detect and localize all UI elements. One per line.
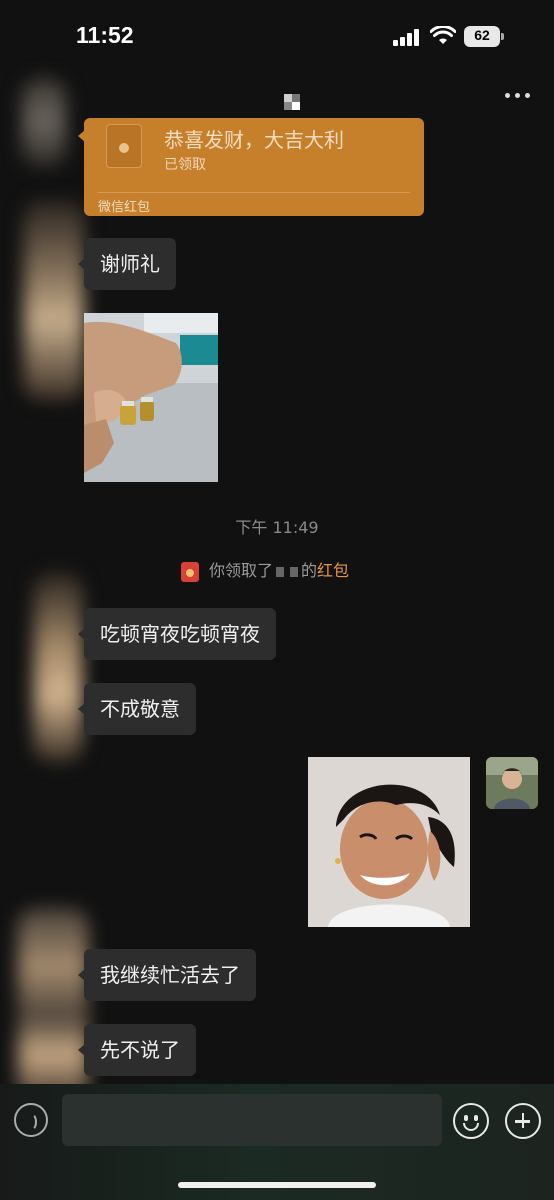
red-packet-source: 微信红包 bbox=[98, 200, 151, 215]
name-mask bbox=[290, 566, 299, 577]
message-bubble[interactable]: 谢师礼 bbox=[84, 238, 176, 290]
message-bubble[interactable]: 不成敬意 bbox=[84, 683, 196, 735]
signal-icon bbox=[393, 28, 423, 46]
plus-icon[interactable] bbox=[505, 1103, 541, 1139]
avatar[interactable] bbox=[18, 908, 88, 1104]
meme-photo bbox=[308, 757, 470, 927]
avatar[interactable] bbox=[22, 78, 66, 168]
self-avatar[interactable] bbox=[486, 757, 538, 809]
red-packet-title: 恭喜发财，大吉大利 bbox=[164, 128, 344, 152]
message-input[interactable] bbox=[62, 1094, 442, 1146]
more-icon[interactable] bbox=[505, 93, 533, 101]
avatar[interactable] bbox=[24, 200, 84, 400]
divider bbox=[98, 192, 410, 193]
image-message[interactable] bbox=[308, 757, 470, 927]
message-bubble[interactable]: 吃顿宵夜吃顿宵夜 bbox=[84, 608, 276, 660]
emoji-icon[interactable] bbox=[453, 1103, 489, 1139]
avatar[interactable] bbox=[34, 572, 82, 762]
status-bar: 11:52 62 bbox=[0, 0, 554, 74]
battery-level: 62 bbox=[474, 27, 490, 43]
notice-middle: 的 bbox=[301, 561, 318, 580]
image-message[interactable] bbox=[84, 313, 218, 482]
red-packet-status: 已领取 bbox=[164, 157, 206, 173]
wifi-icon bbox=[430, 26, 456, 44]
message-bubble[interactable]: 先不说了 bbox=[84, 1024, 196, 1076]
status-time: 11:52 bbox=[76, 22, 134, 48]
chat-header bbox=[0, 74, 554, 124]
notice-prefix: 你领取了 bbox=[209, 561, 274, 580]
red-packet-icon bbox=[106, 124, 142, 168]
name-mask bbox=[276, 566, 285, 577]
gift-photo bbox=[84, 313, 218, 482]
red-packet-icon bbox=[181, 561, 199, 582]
voice-icon[interactable] bbox=[14, 1103, 48, 1137]
message-bubble[interactable]: 我继续忙活去了 bbox=[84, 949, 256, 1001]
system-notice: 你领取了 的红包 bbox=[181, 559, 349, 583]
home-indicator[interactable] bbox=[178, 1182, 376, 1188]
red-packet-link[interactable]: 红包 bbox=[317, 561, 349, 580]
red-packet-card[interactable]: 恭喜发财，大吉大利 已领取 微信红包 bbox=[84, 118, 424, 216]
chat-title bbox=[284, 94, 300, 110]
message-timestamp: 下午 11:49 bbox=[235, 518, 319, 537]
battery-icon: 62 bbox=[464, 26, 504, 47]
